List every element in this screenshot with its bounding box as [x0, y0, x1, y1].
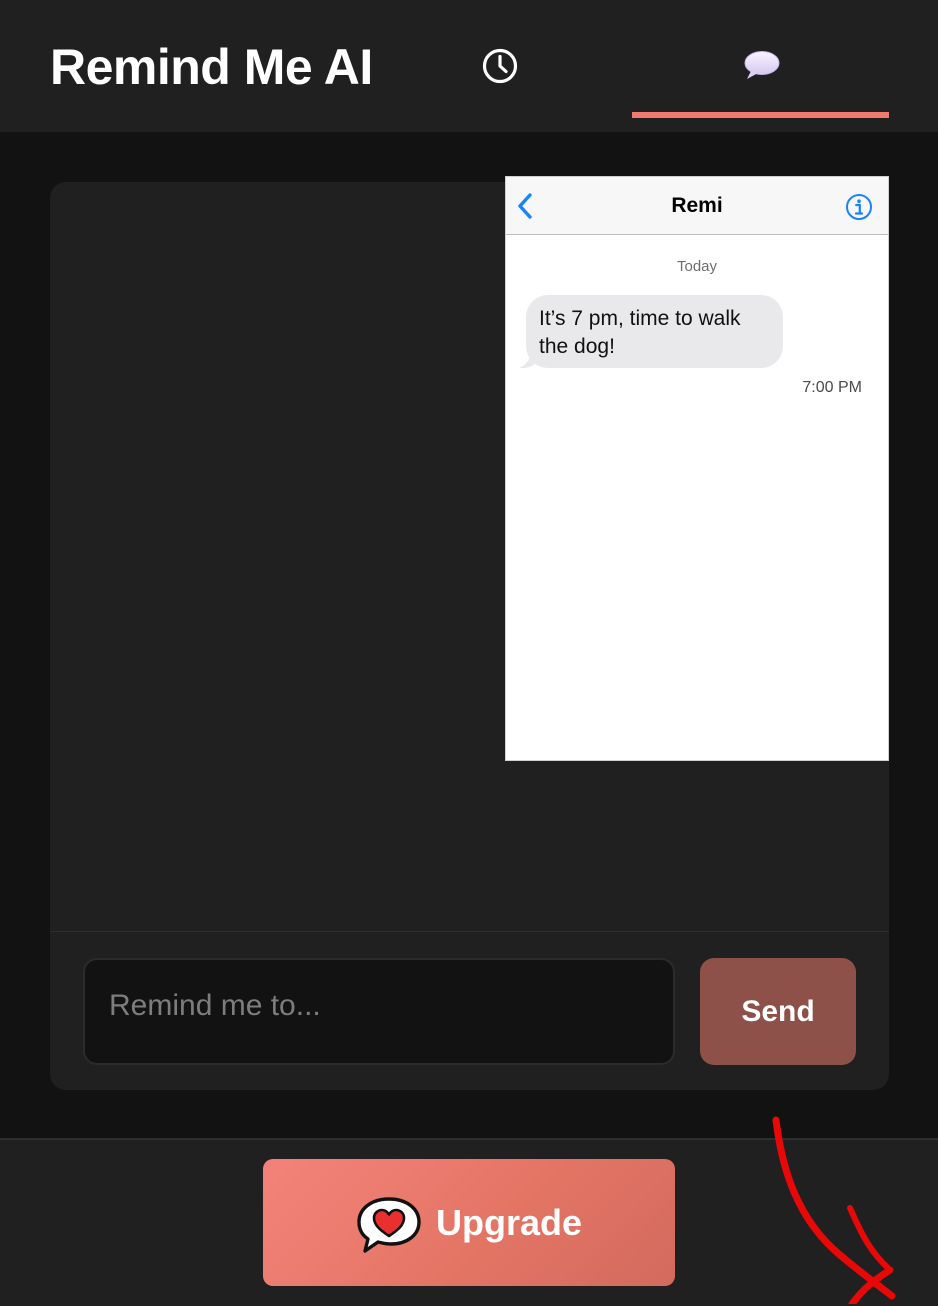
tab-history[interactable] — [468, 30, 532, 102]
contact-name: Remi — [671, 194, 723, 217]
reminder-input[interactable] — [83, 958, 675, 1065]
upgrade-label: Upgrade — [435, 1201, 583, 1243]
message-timestamp: 7:00 PM — [802, 379, 862, 396]
info-icon — [846, 194, 872, 220]
heart-speech-bubble-icon — [357, 1196, 421, 1253]
clock-icon — [482, 48, 518, 84]
tab-chat[interactable] — [632, 30, 889, 102]
speech-bubble-icon — [744, 51, 779, 79]
upgrade-button[interactable]: Upgrade — [263, 1159, 675, 1286]
active-tab-indicator — [632, 112, 889, 118]
divider — [50, 931, 889, 932]
phone-header: Remi — [506, 177, 888, 235]
date-label: Today — [676, 258, 718, 275]
send-button[interactable]: Send — [700, 958, 856, 1065]
message-bubble: It’s 7 pm, time to walk the dog! — [526, 295, 783, 368]
app-title: Remind Me AI — [50, 39, 373, 95]
phone-preview: Remi Today It’s 7 pm, time to walk the d… — [505, 176, 889, 761]
